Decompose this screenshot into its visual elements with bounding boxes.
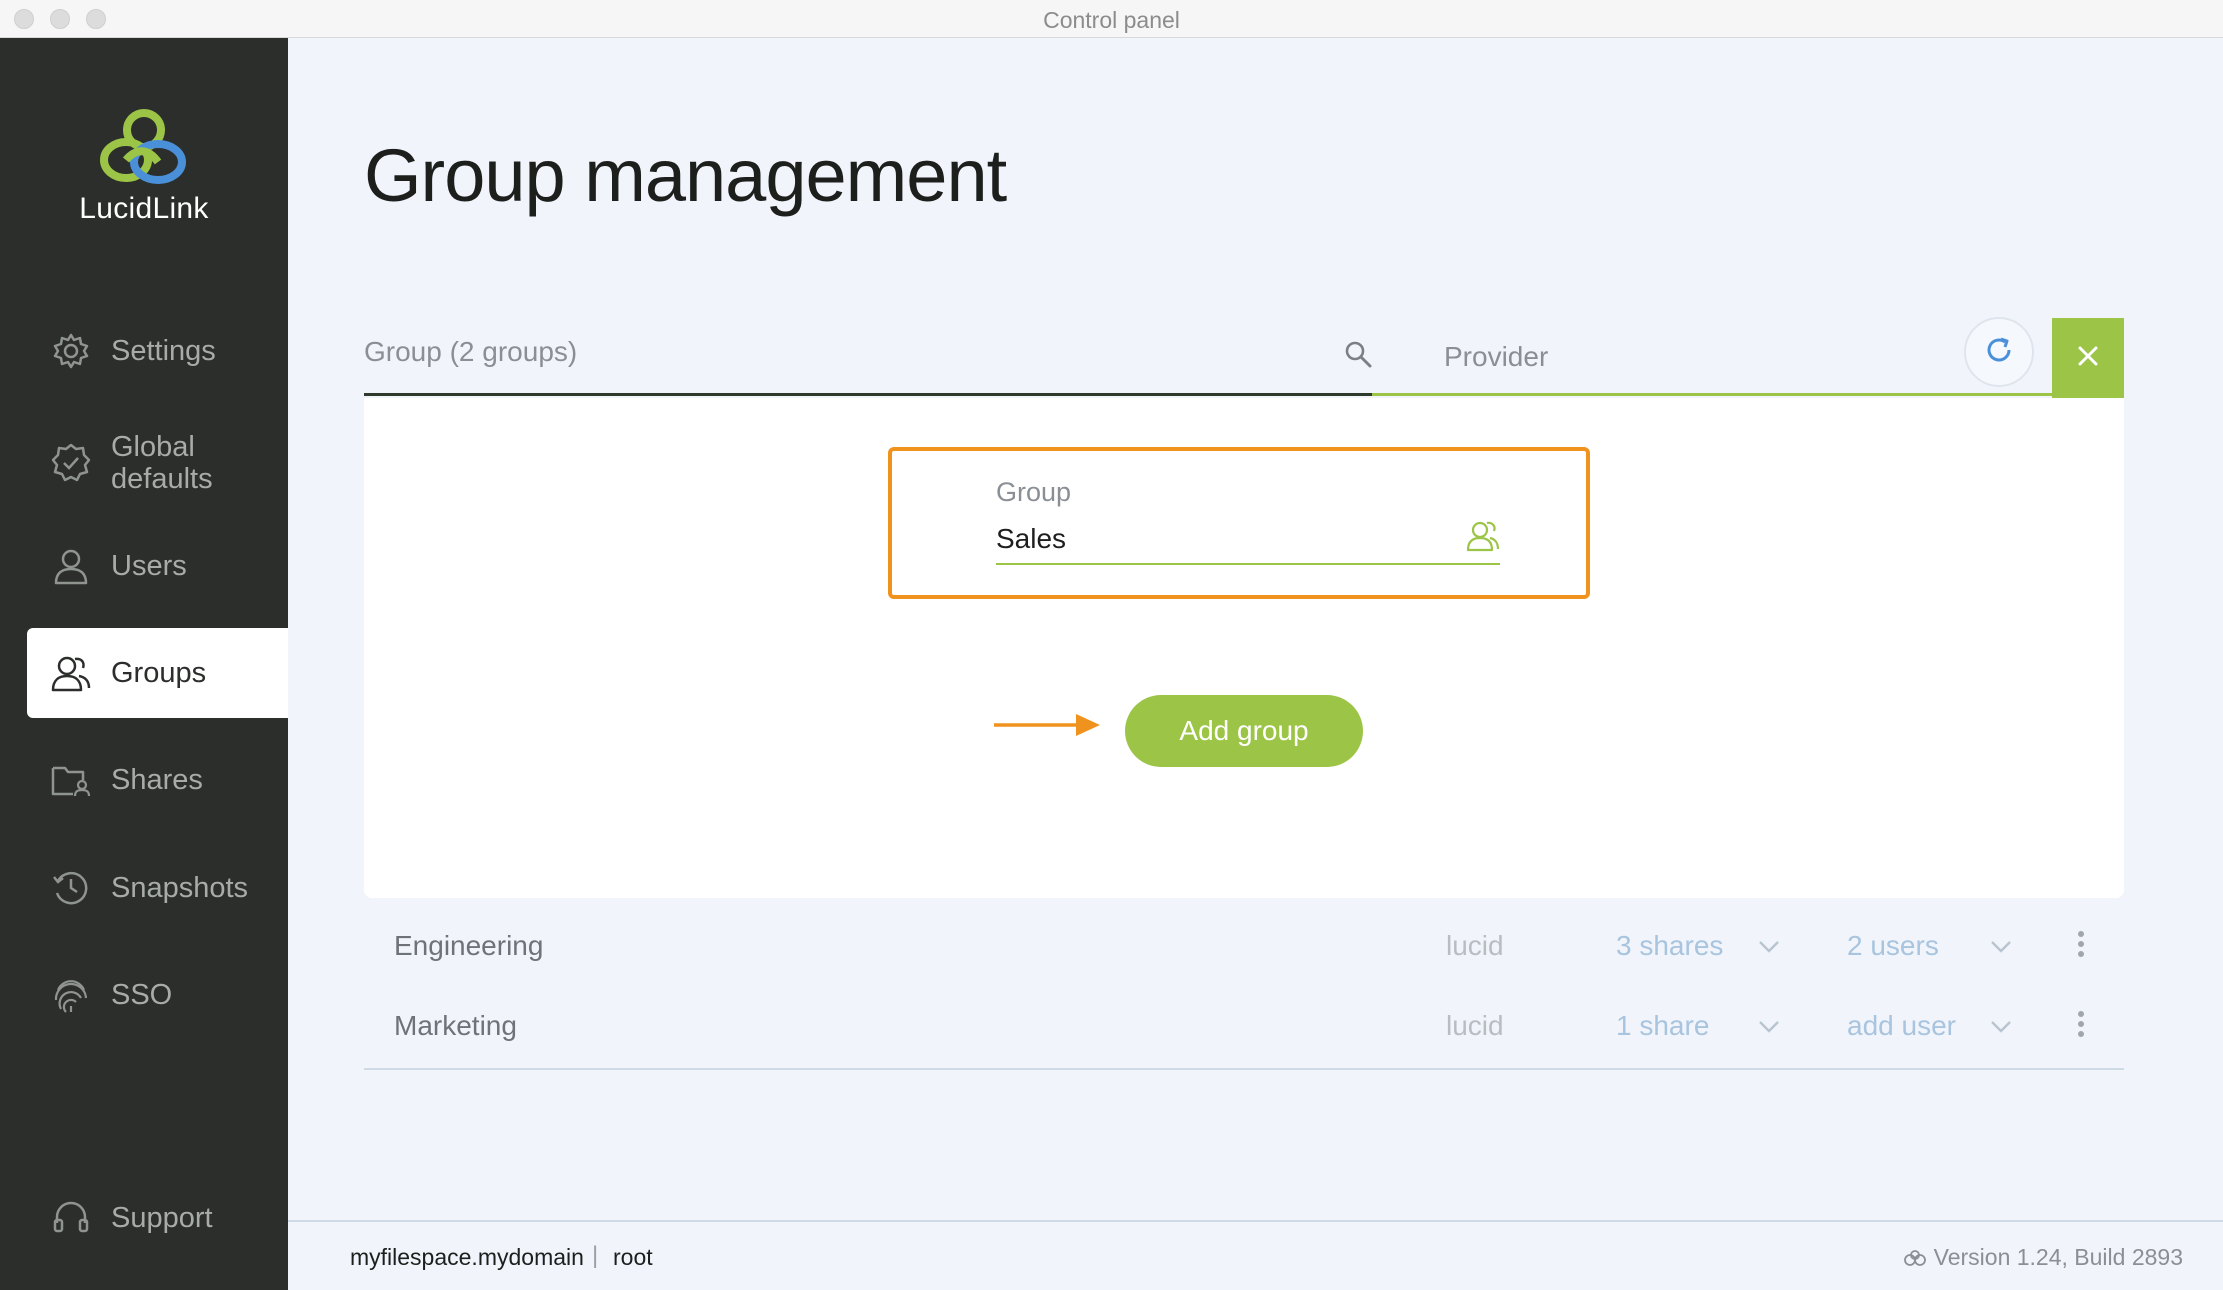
table-row[interactable]: Marketing lucid 1 share add user [364,988,2124,1068]
lucidlink-logo-icon [100,109,186,184]
group-field-label: Group [996,477,1072,507]
group-provider: lucid [1446,930,1504,961]
sidebar-item-shares[interactable]: Shares [27,735,288,825]
status-bar: myfilespace.mydomain | root Version 1.24… [288,1220,2223,1290]
group-users-link[interactable]: add user [1847,1010,1956,1042]
provider-filter-input[interactable]: Provider [1372,278,2052,396]
filter-bar: Group (2 groups) Provider [364,278,2124,398]
window-titlebar: Control panel [0,0,2223,38]
filespace-name: myfilespace.mydomain [350,1244,584,1270]
group-search-input[interactable]: Group (2 groups) [364,278,1372,396]
sidebar-item-label: Shares [111,764,203,796]
sidebar-item-label: Global defaults [111,431,213,495]
group-icon [1466,519,1500,558]
lucidlink-small-icon [1903,1249,1926,1266]
group-provider: lucid [1446,1010,1504,1041]
sidebar-item-label: Snapshots [111,872,249,904]
table-row[interactable]: Engineering lucid 3 shares 2 users [364,908,2124,988]
page-title: Group management [364,134,1007,217]
search-icon[interactable] [1344,340,1372,373]
group-shares-link[interactable]: 3 shares [1616,930,1723,962]
sidebar-item-snapshots[interactable]: Snapshots [27,843,288,933]
refresh-button[interactable] [1964,317,2034,387]
user-icon [51,546,91,586]
group-name-field[interactable]: Sales [996,519,1500,565]
sidebar-item-label: Groups [111,657,207,689]
current-user: root [613,1244,653,1270]
chevron-down-icon[interactable] [1990,940,2012,959]
sidebar-item-groups[interactable]: Groups [27,628,288,718]
group-users-link[interactable]: 2 users [1847,930,1939,962]
folder-user-icon [51,760,91,800]
add-group-button[interactable]: Add group [1125,695,1363,767]
more-options-icon[interactable] [2077,930,2085,963]
sidebar-item-settings[interactable]: Settings [27,306,288,396]
footer-separator: | [592,1242,599,1269]
main-content: Group management Group (2 groups) Provid… [288,38,2223,1220]
gear-icon [51,331,91,371]
version-text: Version 1.24, Build 2893 [1933,1244,2183,1270]
group-icon [51,653,91,693]
group-list: Engineering lucid 3 shares 2 users Marke… [364,908,2124,1070]
window-title: Control panel [1043,7,1180,33]
fingerprint-icon [51,975,91,1015]
more-options-icon[interactable] [2077,1010,2085,1043]
arrow-icon [994,710,1104,745]
chevron-down-icon[interactable] [1758,1020,1780,1039]
provider-placeholder: Provider [1444,341,1549,372]
refresh-icon [1983,334,2015,371]
badge-gear-icon [51,443,91,483]
sidebar: LucidLink Settings Global defaults Users… [0,38,288,1290]
group-shares-link[interactable]: 1 share [1616,1010,1709,1042]
new-group-form: Group Sales [888,447,1590,599]
group-search-placeholder: Group (2 groups) [364,336,578,367]
logo-text: LucidLink [79,192,209,225]
headset-icon [51,1198,91,1238]
sidebar-item-global-defaults[interactable]: Global defaults [27,418,288,508]
group-name: Engineering [394,930,544,961]
history-icon [51,868,91,908]
version-info: Version 1.24, Build 2893 [1903,1244,2183,1271]
group-name: Marketing [394,1010,517,1041]
group-name-value: Sales [996,523,1067,554]
sidebar-item-users[interactable]: Users [27,521,288,611]
sidebar-item-sso[interactable]: SSO [27,950,288,1040]
lucidlink-logo: LucidLink [0,108,288,226]
chevron-down-icon[interactable] [1990,1020,2012,1039]
sidebar-item-label: Users [111,550,187,582]
chevron-down-icon[interactable] [1758,940,1780,959]
sidebar-item-label: Support [111,1202,213,1234]
close-add-panel-button[interactable] [2052,318,2124,398]
sidebar-item-label: Settings [111,335,216,367]
close-icon [2077,345,2099,372]
sidebar-item-label: SSO [111,979,173,1011]
sidebar-item-support[interactable]: Support [27,1173,288,1263]
